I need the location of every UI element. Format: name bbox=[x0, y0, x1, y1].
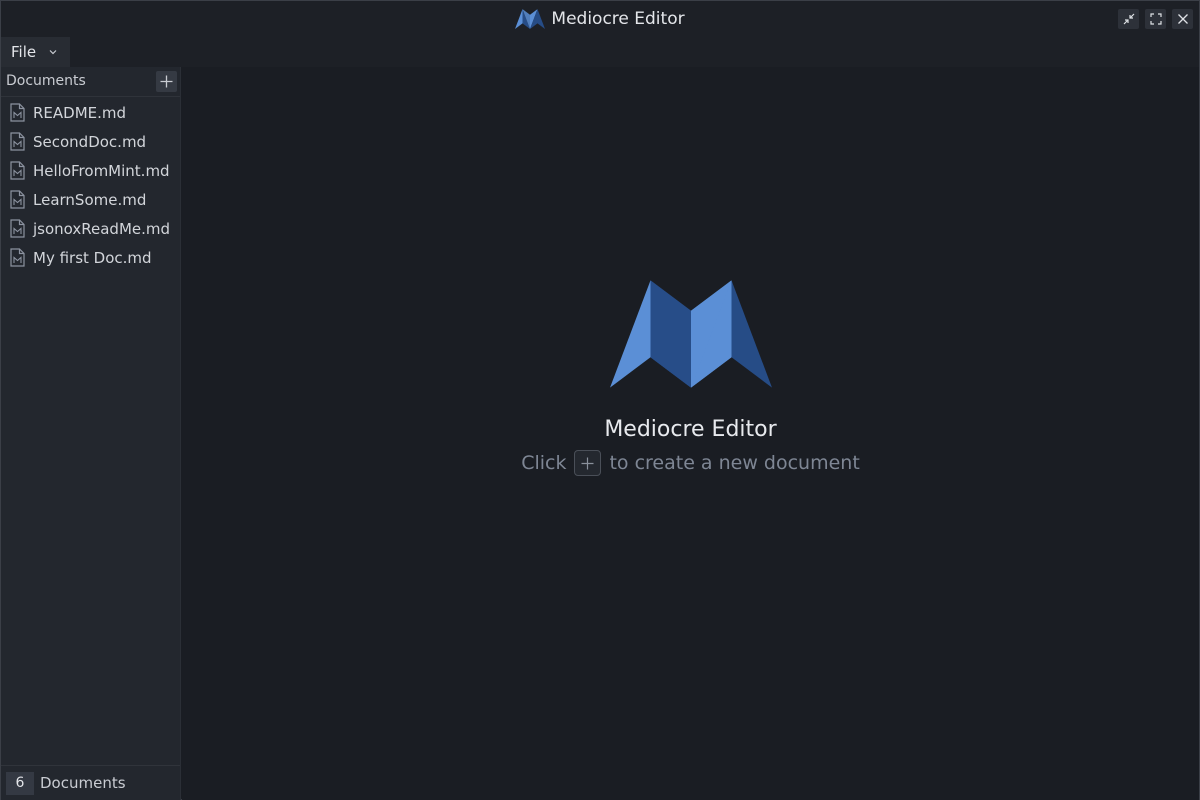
welcome-hint: Click to create a new document bbox=[521, 450, 860, 476]
document-label: SecondDoc.md bbox=[33, 132, 147, 151]
fullscreen-button[interactable] bbox=[1145, 9, 1166, 29]
markdown-file-icon bbox=[10, 132, 25, 151]
document-label: LearnSome.md bbox=[33, 190, 147, 209]
document-label: My first Doc.md bbox=[33, 248, 152, 267]
document-label: README.md bbox=[33, 103, 127, 122]
hint-text-before: Click bbox=[521, 452, 567, 474]
document-item[interactable]: SecondDoc.md bbox=[1, 127, 180, 156]
app-logo-icon bbox=[515, 9, 546, 29]
fullscreen-icon bbox=[1149, 13, 1162, 25]
document-label: jsonoxReadMe.md bbox=[33, 219, 171, 238]
welcome-title: Mediocre Editor bbox=[604, 417, 777, 442]
title-bar[interactable]: Mediocre Editor bbox=[1, 1, 1199, 37]
document-item[interactable]: jsonoxReadMe.md bbox=[1, 214, 180, 243]
file-menu-label: File bbox=[11, 43, 37, 61]
file-menu[interactable]: File bbox=[1, 37, 70, 67]
window-title: Mediocre Editor bbox=[551, 9, 685, 29]
chevron-down-icon bbox=[49, 50, 57, 55]
close-icon bbox=[1177, 14, 1188, 24]
markdown-file-icon bbox=[10, 103, 25, 122]
sidebar-header: Documents bbox=[1, 67, 180, 97]
documents-sidebar: Documents README.md SecondDoc.md HelloFr… bbox=[1, 67, 181, 800]
markdown-file-icon bbox=[10, 219, 25, 238]
document-item[interactable]: HelloFromMint.md bbox=[1, 156, 180, 185]
sidebar-title: Documents bbox=[6, 73, 86, 89]
document-item[interactable]: LearnSome.md bbox=[1, 185, 180, 214]
document-count-badge: 6 bbox=[6, 771, 34, 795]
document-item[interactable]: My first Doc.md bbox=[1, 243, 180, 272]
editor-main-area: Mediocre Editor Click to create a new do… bbox=[182, 67, 1199, 800]
document-list: README.md SecondDoc.md HelloFromMint.md bbox=[1, 98, 180, 272]
markdown-file-icon bbox=[10, 161, 25, 180]
window-controls bbox=[1118, 9, 1193, 29]
plus-icon bbox=[581, 457, 594, 469]
add-document-button[interactable] bbox=[156, 71, 177, 92]
sidebar-footer: 6 Documents bbox=[1, 765, 180, 800]
document-item[interactable]: README.md bbox=[1, 98, 180, 127]
markdown-file-icon bbox=[10, 190, 25, 209]
document-label: HelloFromMint.md bbox=[33, 161, 170, 180]
restore-button[interactable] bbox=[1118, 9, 1139, 29]
hint-text-after: to create a new document bbox=[609, 452, 860, 474]
app-window: Mediocre Editor File Documents README.md… bbox=[0, 0, 1200, 800]
document-count-label: Documents bbox=[40, 774, 126, 792]
markdown-file-icon bbox=[10, 248, 25, 267]
hint-plus-key bbox=[574, 450, 602, 476]
plus-icon bbox=[160, 75, 173, 88]
app-logo-icon bbox=[609, 280, 772, 388]
close-button[interactable] bbox=[1172, 9, 1193, 29]
title-group: Mediocre Editor bbox=[1, 1, 1199, 37]
welcome-panel: Mediocre Editor Click to create a new do… bbox=[182, 279, 1199, 476]
menu-bar: File bbox=[1, 37, 1199, 67]
restore-icon bbox=[1123, 13, 1134, 25]
